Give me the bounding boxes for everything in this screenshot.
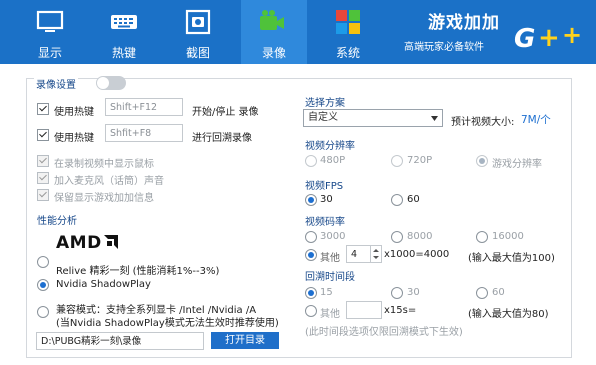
resolution-480p-label: 480P xyxy=(320,155,346,166)
resolution-720p-label: 720P xyxy=(407,155,433,166)
resolution-title: 视频分辨率 xyxy=(305,141,355,152)
spin-up-icon xyxy=(373,249,379,252)
backtrack-input[interactable] xyxy=(346,301,382,319)
nvidia-shadowplay-label: Nvidia ShadowPlay xyxy=(56,279,151,290)
bitrate-other-label: 其他 xyxy=(320,253,340,264)
bitrate-8000-radio[interactable] xyxy=(391,231,403,243)
backtrack-30-label: 30 xyxy=(407,287,420,298)
svg-text:+: + xyxy=(538,23,560,53)
hotkey1-action: 开始/停止 录像 xyxy=(192,107,259,118)
resolution-720p-radio[interactable] xyxy=(391,155,403,167)
bitrate-3000-label: 3000 xyxy=(320,231,346,242)
record-settings-title: 录像设置 xyxy=(34,76,78,91)
show-mouse-label: 在录制视频中显示鼠标 xyxy=(54,159,154,170)
amd-logo-text: AMD xyxy=(56,233,102,253)
backtrack-60-radio[interactable] xyxy=(476,287,488,299)
backtrack-15-radio[interactable] xyxy=(305,287,317,299)
bitrate-formula: x1000=4000 xyxy=(384,249,450,260)
record-settings-toggle[interactable] xyxy=(96,76,126,90)
scheme-select[interactable]: 自定义 xyxy=(303,109,443,127)
svg-text:G: G xyxy=(514,24,535,54)
tab-label: 显示 xyxy=(37,46,62,60)
chevron-down-icon xyxy=(431,116,438,121)
backtrack-60-label: 60 xyxy=(492,287,505,298)
resolution-game-label: 游戏分辨率 xyxy=(492,159,542,170)
performance-title: 性能分析 xyxy=(37,216,77,227)
show-mouse-checkbox[interactable] xyxy=(37,155,49,167)
relive-radio[interactable] xyxy=(37,256,49,268)
brand-subtitle: 高端玩家必备软件 xyxy=(404,42,484,53)
hotkey2-checkbox[interactable] xyxy=(37,129,49,141)
add-mic-label: 加入麦克风（话筒）声音 xyxy=(54,176,164,187)
hotkey2-input[interactable]: Shfit+F8 xyxy=(105,124,183,142)
fps-30-radio[interactable] xyxy=(305,194,317,206)
tab-label: 系统 xyxy=(335,46,360,60)
relive-label: Relive 精彩一刻 (性能消耗1%--3%) xyxy=(56,266,220,277)
amd-logo: AMD xyxy=(56,233,118,253)
system-tiles-icon xyxy=(336,10,360,34)
tab-label: 热键 xyxy=(111,46,136,60)
g-plus-plus-logo: G + + xyxy=(514,21,582,54)
bitrate-other-radio[interactable] xyxy=(305,249,317,261)
svg-text:+: + xyxy=(562,21,582,49)
fps-60-radio[interactable] xyxy=(391,194,403,206)
estimated-size-value: 7M/个 xyxy=(521,114,551,126)
top-navigation-bar: 显示 热键 截图 录像 系统 游戏加加 高端玩家必备软件 G + + xyxy=(0,0,596,64)
fps-30-label: 30 xyxy=(320,194,333,205)
bitrate-16000-radio[interactable] xyxy=(476,231,488,243)
backtrack-title: 回溯时间段 xyxy=(305,272,355,283)
bitrate-8000-label: 8000 xyxy=(407,231,433,242)
open-directory-button[interactable]: 打开目录 xyxy=(211,332,279,349)
backtrack-other-label: 其他 xyxy=(320,309,340,320)
backtrack-15-label: 15 xyxy=(320,287,333,298)
bitrate-hint: (输入最大值为100) xyxy=(468,253,555,264)
hotkey1-label: 使用热键 xyxy=(54,107,94,118)
bitrate-spinner[interactable] xyxy=(370,246,381,262)
nvidia-shadowplay-radio[interactable] xyxy=(37,279,49,291)
tab-display[interactable]: 显示 xyxy=(18,0,82,64)
screenshot-icon xyxy=(185,9,211,35)
backtrack-hint: (输入最大值为80) xyxy=(468,309,549,320)
monitor-icon xyxy=(36,10,64,32)
backtrack-30-radio[interactable] xyxy=(391,287,403,299)
backtrack-note: (此时间段选项仅限回溯模式下生效) xyxy=(305,327,463,338)
tab-screenshot[interactable]: 截图 xyxy=(166,0,230,64)
save-path-input[interactable]: D:\PUBG精彩一刻\录像 xyxy=(36,332,204,350)
tab-system[interactable]: 系统 xyxy=(316,0,380,64)
backtrack-other-radio[interactable] xyxy=(305,305,317,317)
add-mic-checkbox[interactable] xyxy=(37,172,49,184)
bitrate-3000-radio[interactable] xyxy=(305,231,317,243)
video-camera-icon xyxy=(260,10,284,30)
amd-arrow-icon xyxy=(103,235,118,249)
hotkey1-input[interactable]: Shift+F12 xyxy=(105,98,183,116)
backtrack-formula: x15s= xyxy=(384,305,417,316)
hotkey2-label: 使用热键 xyxy=(54,133,94,144)
keep-info-checkbox[interactable] xyxy=(37,189,49,201)
compat-mode-radio[interactable] xyxy=(37,306,49,318)
fps-title: 视频FPS xyxy=(305,181,344,192)
tab-label: 录像 xyxy=(261,46,286,60)
bitrate-title: 视频码率 xyxy=(305,217,345,228)
tab-recording[interactable]: 录像 xyxy=(241,0,307,64)
scheme-title: 选择方案 xyxy=(305,98,345,109)
scheme-select-value: 自定义 xyxy=(308,112,338,123)
hotkey1-checkbox[interactable] xyxy=(37,103,49,115)
resolution-game-radio[interactable] xyxy=(476,155,488,167)
fps-60-label: 60 xyxy=(407,194,420,205)
tab-hotkey[interactable]: 热键 xyxy=(92,0,156,64)
brand-title: 游戏加加 xyxy=(428,13,500,33)
keep-info-label: 保留显示游戏加加信息 xyxy=(54,193,154,204)
bitrate-16000-label: 16000 xyxy=(492,231,524,242)
resolution-480p-radio[interactable] xyxy=(305,155,317,167)
estimated-size-label: 预计视频大小: xyxy=(451,117,515,128)
tab-label: 截图 xyxy=(185,46,210,60)
spin-down-icon xyxy=(373,256,379,259)
keyboard-icon xyxy=(111,15,137,29)
compat-mode-hint: (当Nvidia ShadowPlay模式无法生效时推荐使用) xyxy=(56,318,279,329)
hotkey2-action: 进行回溯录像 xyxy=(192,133,252,144)
